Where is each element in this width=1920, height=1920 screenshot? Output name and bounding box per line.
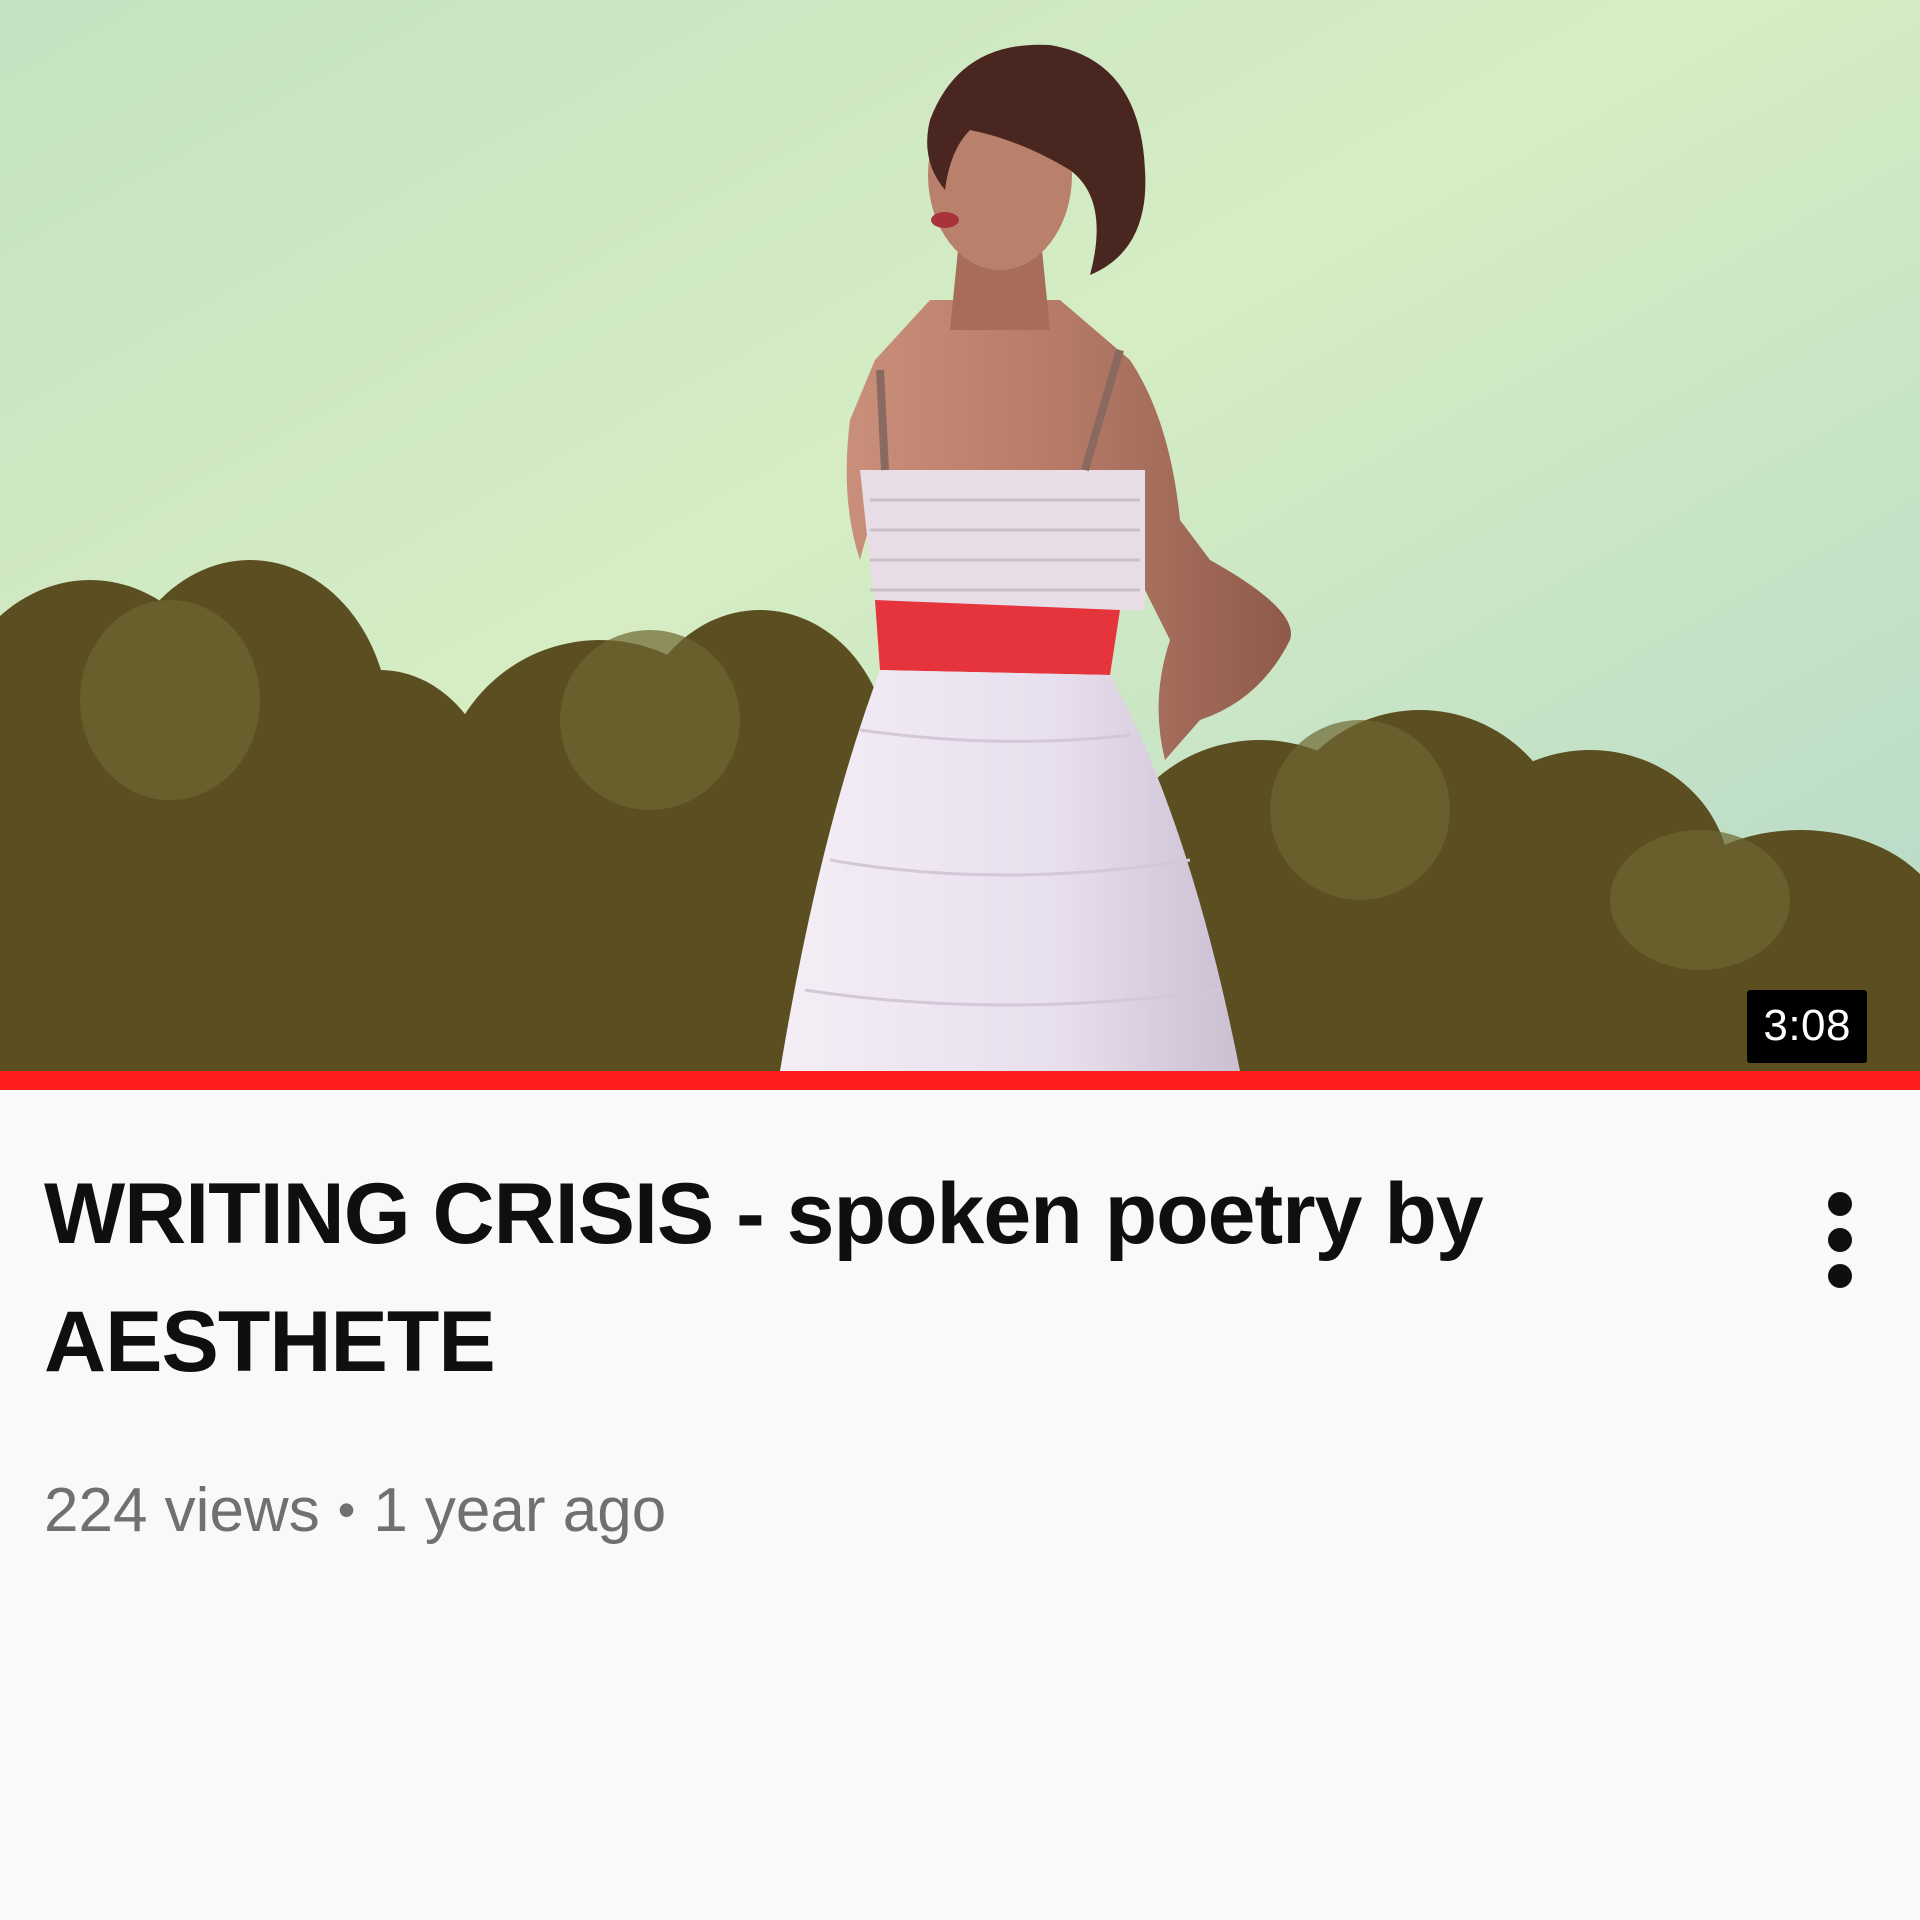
video-card: 3:08 WRITING CRISIS - spoken poetry by A… xyxy=(0,0,1920,1920)
video-title[interactable]: WRITING CRISIS - spoken poetry by AESTHE… xyxy=(44,1150,1544,1406)
video-metadata: 224 views • 1 year ago xyxy=(44,1470,666,1551)
more-options-button[interactable] xyxy=(1790,1180,1890,1300)
view-count: 224 views xyxy=(44,1476,320,1545)
video-thumbnail[interactable]: 3:08 xyxy=(0,0,1920,1071)
thumbnail-image xyxy=(0,0,1920,1071)
more-vertical-icon-dot xyxy=(1828,1264,1852,1288)
duration-badge: 3:08 xyxy=(1747,990,1867,1063)
watch-progress-fill xyxy=(0,1071,1920,1090)
meta-separator: • xyxy=(337,1482,356,1538)
more-vertical-icon xyxy=(1828,1192,1852,1216)
upload-age: 1 year ago xyxy=(373,1476,667,1545)
more-vertical-icon-dot xyxy=(1828,1228,1852,1252)
watch-progress-bar xyxy=(0,1071,1920,1090)
